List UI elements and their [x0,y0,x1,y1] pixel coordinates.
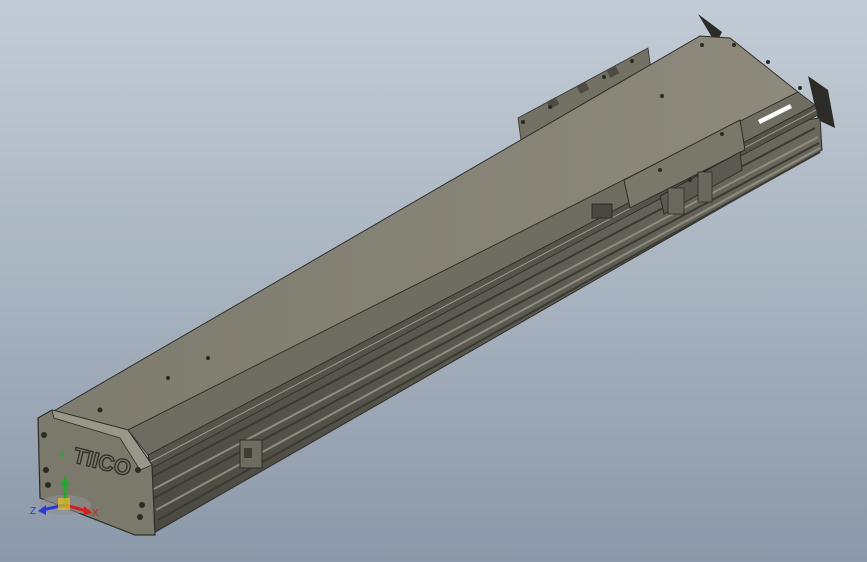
x-axis-label: X [92,508,99,519]
linear-actuator-model[interactable]: TIICO X Y Z [0,0,867,562]
cad-viewport[interactable]: TIICO X Y Z [0,0,867,562]
y-axis-label: Y [59,450,66,461]
z-axis-label: Z [30,506,36,517]
limit-sensor-rear [591,203,613,219]
limit-sensor-front [239,439,263,469]
